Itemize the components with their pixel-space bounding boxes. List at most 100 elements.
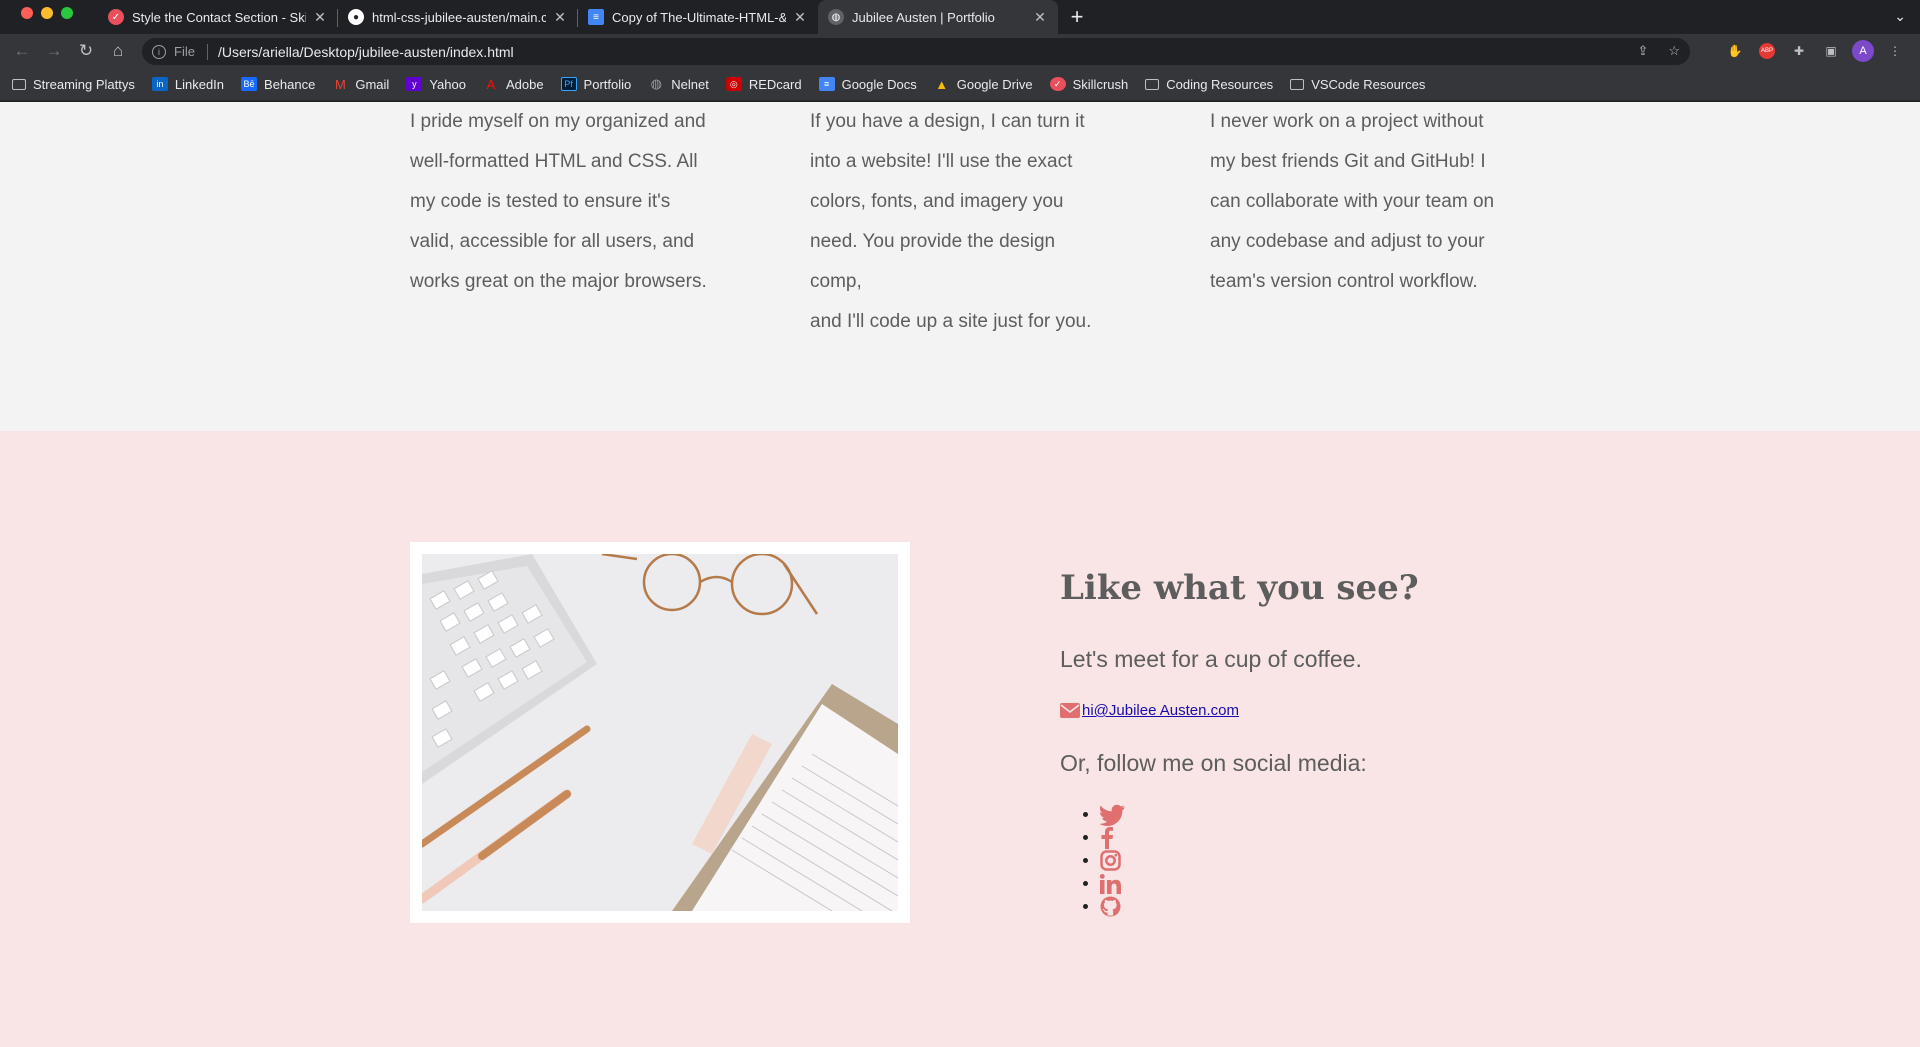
contact-section: Like what you see? Let's meet for a cup …	[0, 431, 1920, 1047]
bookmark-portfolio[interactable]: Pf Portfolio	[560, 77, 631, 92]
home-button[interactable]: ⌂	[102, 37, 134, 65]
puzzle-icon[interactable]: ✚	[1788, 40, 1810, 62]
star-icon[interactable]: ☆	[1668, 43, 1680, 59]
tab-github[interactable]: ● html-css-jubilee-austen/main.css ✕	[338, 0, 578, 34]
skill-line: my best friends Git and GitHub! I	[1210, 151, 1486, 172]
linkedin-icon	[1100, 873, 1121, 894]
list-bullet	[1083, 812, 1088, 817]
bookmark-label: Adobe	[505, 76, 544, 92]
bookmark-gmail[interactable]: M Gmail	[332, 77, 389, 92]
zoom-window-button[interactable]	[61, 7, 73, 19]
bookmark-label: Behance	[264, 76, 316, 92]
linkedin-link[interactable]	[1100, 873, 1121, 894]
tab-title: Style the Contact Section - Skillcrush	[132, 9, 306, 25]
folder-icon	[12, 78, 26, 90]
tab-skillcrush[interactable]: ✓ Style the Contact Section - Skillcrush…	[98, 0, 338, 34]
bookmark-yahoo[interactable]: y Yahoo	[406, 77, 466, 92]
bookmark-label: Skillcrush	[1072, 76, 1129, 92]
skill-line: I never work on a project without	[1210, 111, 1484, 132]
tab-search-chevron-icon[interactable]: ⌄	[1894, 8, 1906, 25]
bookmark-adobe[interactable]: A Adobe	[483, 77, 544, 92]
window-controls	[21, 7, 73, 19]
close-tab-icon[interactable]: ✕	[312, 9, 328, 26]
instagram-link[interactable]	[1100, 850, 1121, 871]
docs-icon: ≡	[818, 77, 835, 91]
bookmark-linkedin[interactable]: in LinkedIn	[151, 76, 225, 92]
yahoo-icon: y	[406, 77, 423, 91]
tab-portfolio[interactable]: ◍ Jubilee Austen | Portfolio ✕	[818, 0, 1058, 34]
social-item-github	[1083, 895, 1126, 918]
list-bullet	[1083, 835, 1088, 840]
skill-card-html-css: I pride myself on my organized and well-…	[410, 102, 710, 302]
bookmark-label: LinkedIn	[174, 76, 225, 92]
skill-card-design: If you have a design, I can turn it into…	[810, 102, 1110, 342]
close-tab-icon[interactable]: ✕	[552, 9, 568, 26]
reload-button[interactable]: ↻	[70, 37, 102, 65]
bookmark-streaming-plattys[interactable]: Streaming Plattys	[12, 77, 135, 92]
skill-line: well-formatted HTML and CSS. All	[410, 151, 698, 172]
browser-titlebar: ✓ Style the Contact Section - Skillcrush…	[0, 0, 1920, 34]
instagram-icon	[1100, 850, 1121, 871]
extensions-area: ✋ ABP ✚ ▣ A ⋮	[1724, 40, 1906, 62]
address-bar[interactable]: i File /Users/ariella/Desktop/jubilee-au…	[142, 38, 1690, 65]
envelope-icon	[1060, 703, 1080, 718]
url-text[interactable]: /Users/ariella/Desktop/jubilee-austen/in…	[218, 44, 514, 60]
drive-icon: ▲	[935, 76, 949, 92]
bookmark-behance[interactable]: Bē Behance	[241, 77, 315, 92]
github-favicon-icon: ●	[348, 9, 364, 25]
bookmark-vscode-resources[interactable]: VSCode Resources	[1290, 77, 1425, 92]
new-tab-button[interactable]: +	[1062, 0, 1092, 34]
skill-line: team's version control workflow.	[1210, 271, 1478, 292]
bookmark-coding-resources[interactable]: Coding Resources	[1145, 77, 1273, 92]
tab-title: html-css-jubilee-austen/main.css	[372, 9, 546, 25]
close-window-button[interactable]	[21, 7, 33, 19]
share-icon[interactable]: ⇪	[1637, 43, 1648, 59]
skills-section: I pride myself on my organized and well-…	[0, 102, 1920, 431]
bookmark-skillcrush[interactable]: ✓ Skillcrush	[1049, 76, 1129, 92]
twitter-icon	[1100, 804, 1125, 826]
browser-toolbar: ← → ↻ ⌂ i File /Users/ariella/Desktop/ju…	[0, 34, 1920, 68]
skill-line: If you have a design, I can turn it	[810, 111, 1085, 132]
contact-subtitle: Let's meet for a cup of coffee.	[1060, 646, 1362, 672]
skill-line: can collaborate with your team on	[1210, 191, 1495, 212]
facebook-link[interactable]	[1100, 826, 1114, 849]
bookmark-redcard[interactable]: ◎ REDcard	[725, 77, 802, 92]
avatar[interactable]: A	[1852, 40, 1874, 62]
bookmark-label: VSCode Resources	[1311, 76, 1426, 92]
bookmark-google-drive[interactable]: ▲ Google Drive	[934, 76, 1032, 92]
github-icon	[1100, 896, 1121, 917]
bookmark-google-docs[interactable]: ≡ Google Docs	[818, 77, 917, 92]
skill-line: need. You provide the design comp,	[810, 231, 1056, 292]
skill-line: colors, fonts, and imagery you	[810, 191, 1064, 212]
forward-button[interactable]: →	[38, 37, 70, 65]
target-icon: ◎	[725, 77, 742, 91]
hand-icon[interactable]: ✋	[1724, 40, 1746, 62]
bookmark-label: Nelnet	[671, 76, 709, 92]
bookmark-label: Coding Resources	[1166, 76, 1274, 92]
social-item-twitter	[1083, 803, 1126, 826]
page-viewport: I pride myself on my organized and well-…	[0, 102, 1920, 1047]
close-tab-icon[interactable]: ✕	[792, 9, 808, 26]
bookmark-label: Yahoo	[429, 76, 466, 92]
folder-icon	[1145, 78, 1160, 90]
email-link[interactable]: hi@Jubilee Austen.com	[1082, 702, 1239, 719]
url-scheme: File	[174, 44, 195, 59]
tab-google-docs[interactable]: ≡ Copy of The-Ultimate-HTML-&-CSS ✕	[578, 0, 818, 34]
behance-icon: Bē	[241, 77, 258, 91]
github-link[interactable]	[1100, 896, 1121, 917]
skill-line: any codebase and adjust to your	[1210, 231, 1485, 252]
abp-icon[interactable]: ABP	[1756, 40, 1778, 62]
sidebar-icon[interactable]: ▣	[1820, 40, 1842, 62]
back-button[interactable]: ←	[6, 37, 38, 65]
bookmark-nelnet[interactable]: ◍ Nelnet	[648, 76, 709, 92]
desk-photo	[422, 554, 898, 911]
minimize-window-button[interactable]	[41, 7, 53, 19]
twitter-link[interactable]	[1100, 804, 1126, 826]
skill-line: into a website! I'll use the exact	[810, 151, 1073, 172]
close-tab-icon[interactable]: ✕	[1032, 9, 1048, 26]
info-icon[interactable]: i	[152, 44, 166, 59]
social-item-facebook	[1083, 826, 1126, 849]
social-list	[1083, 803, 1126, 918]
more-menu-icon[interactable]: ⋮	[1884, 40, 1906, 62]
portfolio-icon: Pf	[560, 77, 577, 91]
